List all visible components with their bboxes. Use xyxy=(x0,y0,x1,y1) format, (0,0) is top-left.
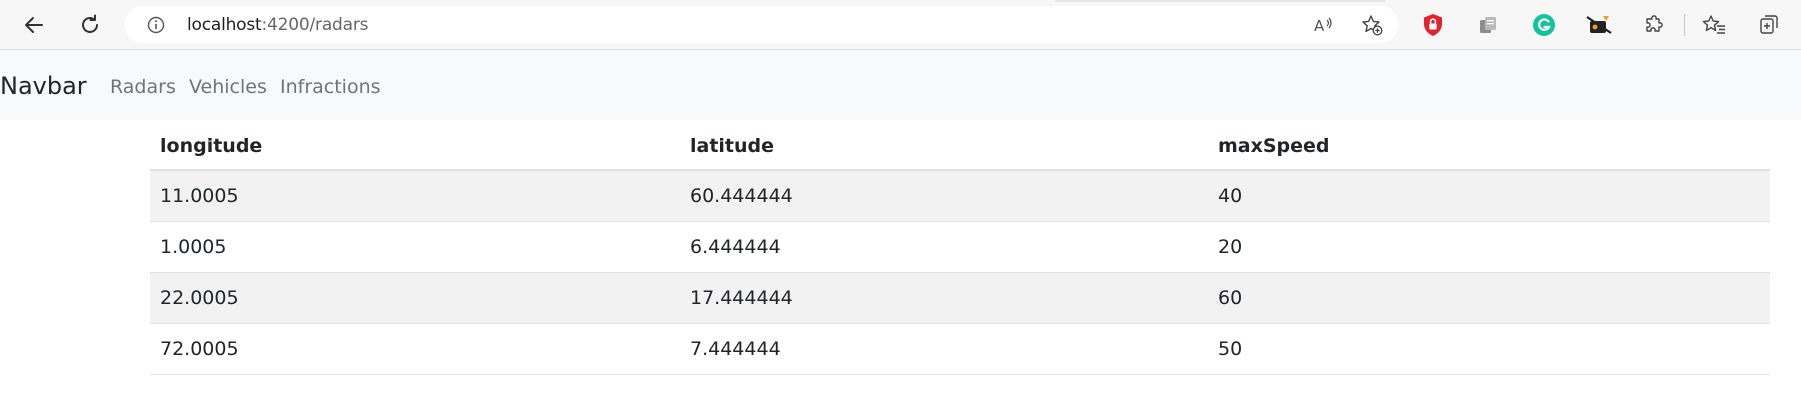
media-extension-icon[interactable] xyxy=(1586,12,1612,38)
favorites-icon[interactable] xyxy=(1701,12,1727,38)
column-header-maxspeed: maxSpeed xyxy=(1208,122,1770,171)
cell-longitude: 1.0005 xyxy=(150,221,680,273)
read-aloud-icon[interactable]: A xyxy=(1313,14,1335,36)
refresh-button[interactable] xyxy=(74,9,106,41)
cell-maxspeed: 50 xyxy=(1208,323,1770,375)
cell-latitude: 6.444444 xyxy=(680,221,1208,273)
table-row: 11.0005 60.444444 40 xyxy=(150,170,1770,222)
collections-icon[interactable] xyxy=(1756,12,1782,38)
refresh-icon xyxy=(82,14,98,33)
table-row: 1.0005 6.444444 20 xyxy=(150,221,1770,273)
back-arrow-icon xyxy=(25,17,43,33)
cell-latitude: 60.444444 xyxy=(680,170,1208,222)
nav-link-vehicles[interactable]: Vehicles xyxy=(189,76,267,98)
add-favorite-icon[interactable] xyxy=(1361,14,1383,36)
nav-link-radars[interactable]: Radars xyxy=(110,76,176,98)
back-button[interactable] xyxy=(18,9,50,41)
svg-text:A: A xyxy=(1314,17,1325,35)
column-header-latitude: latitude xyxy=(680,122,1208,171)
tab-strip-edge xyxy=(1055,0,1385,2)
cell-maxspeed: 60 xyxy=(1208,272,1770,324)
navbar-brand[interactable]: Navbar xyxy=(0,72,87,100)
app-navbar: Navbar Radars Vehicles Infractions xyxy=(0,50,1801,120)
radars-table: longitude latitude maxSpeed 11.0005 60.4… xyxy=(150,122,1770,375)
copies-extension-icon[interactable] xyxy=(1476,12,1502,38)
table-row: 22.0005 17.444444 60 xyxy=(150,272,1770,324)
cell-latitude: 17.444444 xyxy=(680,272,1208,324)
grammarly-icon[interactable] xyxy=(1531,12,1557,38)
site-info-icon[interactable] xyxy=(147,16,165,39)
toolbar-divider xyxy=(1684,14,1685,36)
table-header-row: longitude latitude maxSpeed xyxy=(150,122,1770,171)
cell-maxspeed: 40 xyxy=(1208,170,1770,222)
cell-longitude: 11.0005 xyxy=(150,170,680,222)
column-header-longitude: longitude xyxy=(150,122,680,171)
extensions-puzzle-icon[interactable] xyxy=(1641,12,1667,38)
url-host: localhost xyxy=(187,15,262,35)
browser-toolbar: localhost:4200/radars A xyxy=(0,0,1801,50)
address-bar[interactable]: localhost:4200/radars A xyxy=(125,6,1398,43)
url-text[interactable]: localhost:4200/radars xyxy=(187,15,368,35)
nav-link-infractions[interactable]: Infractions xyxy=(280,76,381,98)
cell-longitude: 72.0005 xyxy=(150,323,680,375)
table-row: 72.0005 7.444444 50 xyxy=(150,323,1770,375)
cell-latitude: 7.444444 xyxy=(680,323,1208,375)
cell-maxspeed: 20 xyxy=(1208,221,1770,273)
url-path: :4200/radars xyxy=(261,15,369,35)
shield-lock-icon[interactable] xyxy=(1420,12,1446,38)
cell-longitude: 22.0005 xyxy=(150,272,680,324)
